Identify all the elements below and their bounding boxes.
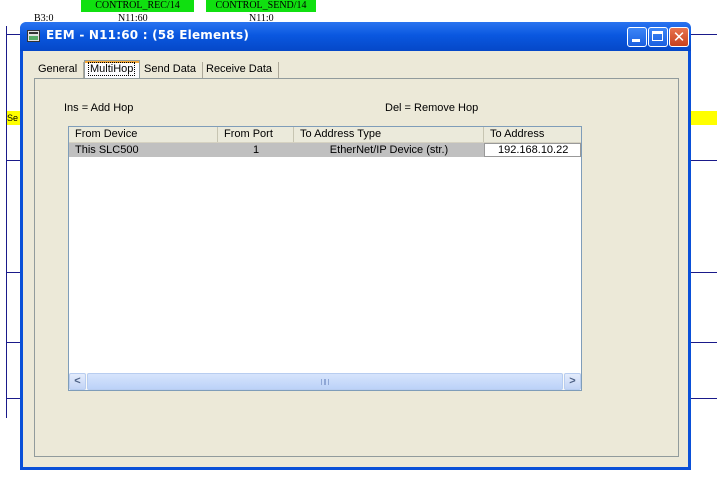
eem-dialog: EEM - N11:60 : (58 Elements) ✕ General M…: [20, 22, 691, 470]
multihop-panel: Ins = Add Hop Del = Remove Hop From Devi…: [34, 78, 679, 457]
minimize-icon: [632, 39, 640, 42]
highlight-bar: [690, 111, 717, 125]
horizontal-scrollbar[interactable]: < >: [69, 373, 581, 390]
cell-from-device[interactable]: This SLC500: [69, 143, 218, 157]
rung-line: [690, 34, 717, 35]
chevron-right-icon: >: [569, 375, 576, 387]
rung-line: [6, 398, 20, 399]
tag-control-send: CONTROL_SEND/14: [206, 0, 316, 12]
window-title: EEM - N11:60 : (58 Elements): [46, 28, 250, 42]
add-hop-hint: Ins = Add Hop: [64, 102, 134, 114]
tab-multihop[interactable]: MultiHop: [84, 60, 140, 78]
hop-list[interactable]: From Device From Port To Address Type To…: [68, 126, 582, 391]
minimize-button[interactable]: [627, 27, 647, 47]
rung-line: [6, 34, 20, 35]
scroll-right-button[interactable]: >: [564, 373, 581, 390]
close-button[interactable]: ✕: [669, 27, 689, 47]
title-bar[interactable]: EEM - N11:60 : (58 Elements) ✕: [20, 22, 691, 51]
rung-line: [6, 342, 20, 343]
column-from-device[interactable]: From Device: [69, 127, 218, 142]
rung-line: [6, 160, 20, 161]
rung-line: [690, 398, 717, 399]
tab-receive-data[interactable]: Receive Data: [203, 62, 279, 78]
rung-line: [6, 272, 20, 273]
column-from-port[interactable]: From Port: [218, 127, 294, 142]
maximize-button[interactable]: [648, 27, 668, 47]
close-icon: ✕: [672, 28, 686, 46]
tag-control-rec: CONTROL_REC/14: [81, 0, 194, 12]
tab-send-data[interactable]: Send Data: [141, 62, 203, 78]
tab-general[interactable]: General: [35, 62, 84, 78]
tab-label: MultiHop: [88, 62, 136, 76]
rung-line: [690, 272, 717, 273]
remove-hop-hint: Del = Remove Hop: [385, 102, 479, 114]
app-icon: [27, 30, 40, 42]
scroll-left-button[interactable]: <: [69, 373, 86, 390]
cell-from-port[interactable]: 1: [218, 143, 294, 157]
column-to-address-type[interactable]: To Address Type: [294, 127, 484, 142]
cell-to-address-type[interactable]: EtherNet/IP Device (str.): [294, 143, 484, 157]
rung-line: [690, 160, 717, 161]
ladder-rail: [6, 26, 7, 418]
dialog-client: General MultiHop Send Data Receive Data …: [23, 51, 688, 467]
highlight-label: Se: [7, 111, 20, 125]
grip-icon: [321, 379, 329, 385]
scroll-thumb[interactable]: [87, 373, 563, 390]
panel-body: Ins = Add Hop Del = Remove Hop From Devi…: [35, 79, 678, 456]
table-row[interactable]: This SLC500 1 EtherNet/IP Device (str.) …: [69, 143, 581, 157]
list-header: From Device From Port To Address Type To…: [69, 127, 581, 143]
chevron-left-icon: <: [74, 375, 81, 387]
rung-line: [690, 342, 717, 343]
maximize-icon: [652, 31, 663, 41]
column-to-address[interactable]: To Address: [484, 127, 581, 142]
cell-to-address[interactable]: 192.168.10.22: [484, 143, 581, 157]
